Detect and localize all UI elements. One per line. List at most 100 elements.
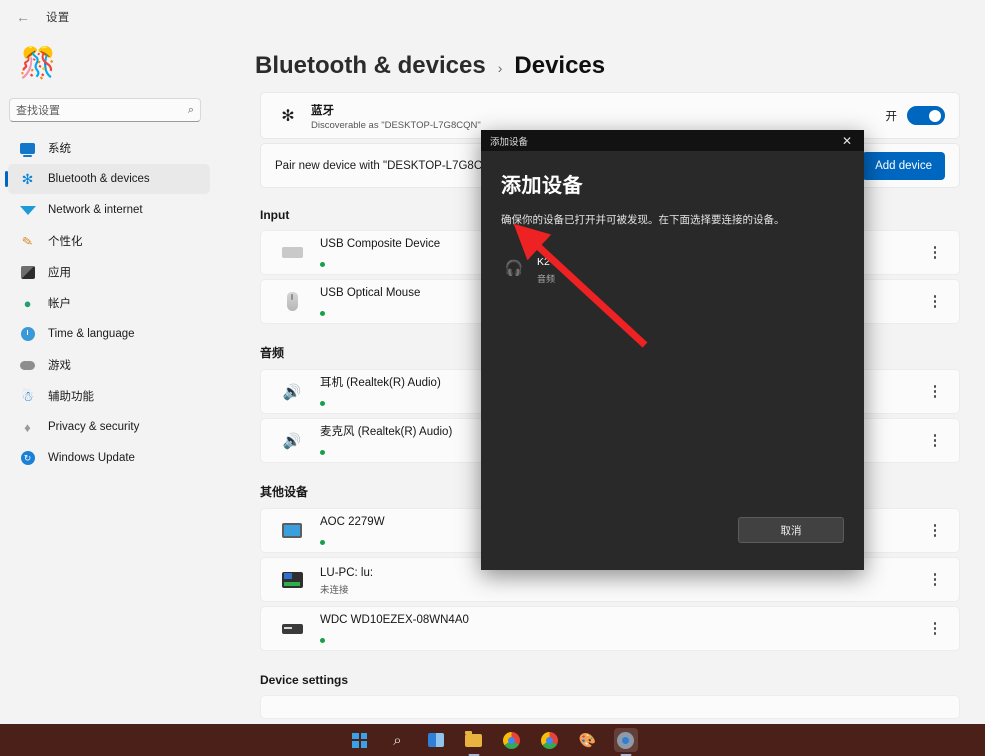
more-options-icon[interactable]: [923, 288, 947, 316]
cancel-button[interactable]: 取消: [738, 517, 844, 543]
bluetooth-subtitle: Discoverable as "DESKTOP-L7G8CQN": [311, 120, 481, 131]
sidebar-item-label: 个性化: [48, 233, 83, 249]
chrome-button[interactable]: [538, 728, 562, 752]
more-options-icon[interactable]: [923, 566, 947, 594]
speaker-icon: 🔊: [279, 430, 305, 452]
status-badge: [320, 630, 469, 648]
page-title: Devices: [514, 52, 605, 80]
sidebar-item-label: Bluetooth & devices: [48, 173, 150, 185]
status-badge: [320, 303, 420, 321]
monitor-icon: [19, 140, 36, 157]
breadcrumb-parent[interactable]: Bluetooth & devices: [255, 52, 486, 80]
device-name: WDC WD10EZEX-08WN4A0: [320, 614, 469, 626]
sidebar-item-accessibility[interactable]: ☃ 辅助功能: [8, 381, 210, 411]
paint-palette-icon: 🎨: [579, 732, 596, 749]
more-options-icon[interactable]: [923, 378, 947, 406]
search-input[interactable]: 查找设置 ⌕: [9, 98, 201, 122]
update-icon: ↻: [19, 450, 36, 467]
window-titlebar: ← 设置: [0, 0, 985, 34]
sidebar-item-gaming[interactable]: 游戏: [8, 350, 210, 380]
search-button[interactable]: ⌕: [386, 728, 410, 752]
breadcrumb: Bluetooth & devices › Devices: [255, 52, 605, 80]
sidebar-item-label: 游戏: [48, 357, 71, 373]
gamepad-icon: [19, 357, 36, 374]
accessibility-icon: ☃: [19, 388, 36, 405]
settings-button[interactable]: [614, 728, 638, 752]
paint-button[interactable]: 🎨: [576, 728, 600, 752]
device-status-text: 未连接: [320, 582, 373, 596]
network-icon: [19, 202, 36, 219]
sidebar-item-privacy-security[interactable]: ♦ Privacy & security: [8, 412, 210, 442]
list-item[interactable]: 🎧 K2 音频: [501, 249, 844, 288]
sidebar-item-label: Time & language: [48, 328, 135, 340]
sidebar-item-network-internet[interactable]: Network & internet: [8, 195, 210, 225]
back-icon[interactable]: ←: [10, 4, 36, 30]
sidebar-item-time-language[interactable]: Time & language: [8, 319, 210, 349]
sidebar-item-label: 辅助功能: [48, 388, 94, 404]
sidebar-item-label: 系统: [48, 140, 71, 156]
sidebar-item-personalization[interactable]: ✎ 个性化: [8, 226, 210, 256]
status-badge: [320, 254, 440, 272]
device-name: USB Composite Device: [320, 238, 440, 250]
brush-icon: ✎: [18, 231, 38, 251]
taskbar: ⌕ 🎨: [0, 724, 985, 756]
status-badge: [320, 393, 441, 411]
more-options-icon[interactable]: [923, 517, 947, 545]
bluetooth-icon: ✻: [275, 106, 301, 126]
bluetooth-toggle-label: 开: [886, 108, 898, 124]
gear-icon: [617, 732, 634, 749]
device-settings-card: [260, 695, 960, 719]
status-badge: [320, 532, 385, 550]
dialog-description: 确保你的设备已打开并可被发现。在下面选择要连接的设备。: [501, 213, 844, 229]
bluetooth-toggle[interactable]: [907, 106, 945, 125]
widgets-icon: [428, 733, 444, 747]
settings-window: ← 设置 🎊 查找设置 ⌕ 系统 ✻ Bluetooth & devices N…: [0, 0, 985, 756]
chrome-icon: [503, 732, 520, 749]
dialog-heading: 添加设备: [501, 169, 844, 198]
sidebar-item-label: 应用: [48, 264, 71, 280]
more-options-icon[interactable]: [923, 615, 947, 643]
sidebar-item-label: 帐户: [48, 295, 71, 311]
dialog-titlebar: 添加设备 ✕: [481, 130, 864, 151]
sidebar-item-label: Privacy & security: [48, 421, 139, 433]
chrome-icon: [541, 732, 558, 749]
mouse-icon: [279, 291, 305, 313]
add-device-button[interactable]: Add device: [862, 152, 945, 180]
sidebar-item-system[interactable]: 系统: [8, 133, 210, 163]
close-icon[interactable]: ✕: [830, 130, 864, 151]
device-name: LU-PC: lu:: [320, 567, 373, 579]
sidebar-item-accounts[interactable]: ● 帐户: [8, 288, 210, 318]
pair-device-text: Pair new device with "DESKTOP-L7G8CQN": [275, 160, 503, 172]
headset-icon: 🎧: [501, 259, 527, 277]
sidebar-item-label: Network & internet: [48, 204, 143, 216]
sidebar: 🎊 查找设置 ⌕ 系统 ✻ Bluetooth & devices Networ…: [0, 34, 218, 756]
sidebar-item-windows-update[interactable]: ↻ Windows Update: [8, 443, 210, 473]
sidebar-item-bluetooth-devices[interactable]: ✻ Bluetooth & devices: [8, 164, 210, 194]
keyboard-icon: [279, 242, 305, 264]
start-button[interactable]: [348, 728, 372, 752]
dialog-device-name: K2: [537, 256, 550, 268]
folder-icon: [465, 734, 482, 747]
file-explorer-button[interactable]: [462, 728, 486, 752]
device-name: AOC 2279W: [320, 516, 385, 528]
status-badge: [320, 442, 452, 460]
window-title: 设置: [46, 9, 69, 25]
table-row[interactable]: WDC WD10EZEX-08WN4A0: [260, 606, 960, 651]
sidebar-item-label: Windows Update: [48, 452, 135, 464]
search-icon: ⌕: [188, 104, 194, 117]
more-options-icon[interactable]: [923, 239, 947, 267]
more-options-icon[interactable]: [923, 427, 947, 455]
search-placeholder: 查找设置: [16, 102, 188, 118]
account-icon: ●: [19, 295, 36, 312]
avatar[interactable]: 🎊: [16, 42, 60, 86]
sidebar-item-apps[interactable]: 应用: [8, 257, 210, 287]
clock-icon: [19, 326, 36, 343]
widgets-button[interactable]: [424, 728, 448, 752]
display-icon: [279, 520, 305, 542]
dialog-body: 添加设备 确保你的设备已打开并可被发现。在下面选择要连接的设备。 🎧 K2 音频…: [481, 151, 864, 570]
chrome-canary-button[interactable]: [500, 728, 524, 752]
bluetooth-icon: ✻: [19, 171, 36, 188]
search-icon: ⌕: [393, 732, 401, 749]
device-name: USB Optical Mouse: [320, 287, 420, 299]
bluetooth-title: 蓝牙: [311, 105, 334, 117]
